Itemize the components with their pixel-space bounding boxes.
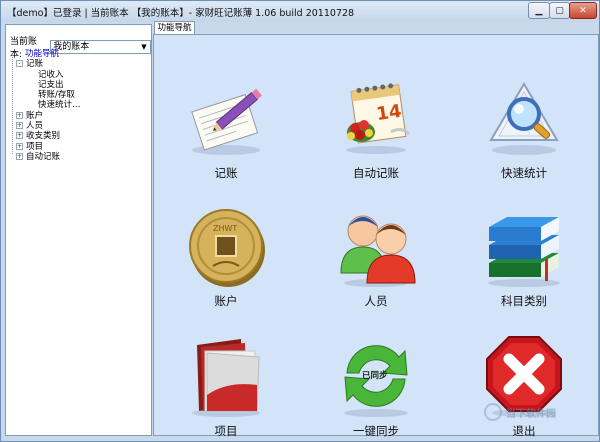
nav-item-label: 快速统计 [501,166,547,180]
notepad-pencil-icon [181,73,271,163]
watermark: 当下软件园 [484,400,594,424]
app-window: 【demo】已登录 | 当前账本 【我的账本】- 家财旺记账薄 1.06 bui… [0,0,600,442]
tree-node-label: 自动记账 [26,151,61,162]
watermark-logo-icon [484,403,502,421]
tree-node-categories[interactable]: + 收支类别 [14,131,149,141]
people-icon [331,201,421,291]
watermark-text: 当下软件园 [506,408,556,420]
close-icon: ✕ [579,5,587,16]
window-title: 【demo】已登录 | 当前账本 【我的账本】- 家财旺记账薄 1.06 bui… [7,8,355,19]
tree-node-quick-stats[interactable]: 快速统计… [14,100,149,110]
coin-icon: ZHWT [181,201,271,291]
nav-item-quick-stats[interactable]: 快速统计 [464,73,584,181]
nav-item-label: 一键同步 [353,424,399,438]
tree-node-label: 功能导航 [25,49,60,59]
tree-node-label: 收支类别 [26,131,61,142]
tree-node-people[interactable]: + 人员 [14,121,149,131]
nav-item-accounts[interactable]: ZHWT 账户 [166,201,286,309]
tree-node-auto-bookkeeping[interactable]: + 自动记账 [14,152,149,162]
maximize-button[interactable]: ▢ [549,2,570,19]
tree-node-label: 快速统计… [38,100,81,111]
expand-icon[interactable]: + [16,142,23,150]
expand-icon[interactable]: + [16,111,23,119]
tree-node-record-expense[interactable]: 记支出 [14,80,149,90]
tree-node-label: 转账/存取 [38,90,75,101]
nav-item-label: 项目 [214,424,238,438]
minimize-icon: ▁ [535,5,543,16]
tree-node-label: 记支出 [38,79,64,90]
tree-node-label: 记账 [26,59,44,70]
nav-item-label: 科目类别 [501,294,547,308]
nav-item-people[interactable]: 人员 [316,201,436,309]
expand-icon[interactable]: + [16,152,23,160]
tree-node-accounts[interactable]: + 账户 [14,111,149,121]
tab-function-nav[interactable]: 功能导航 [154,21,195,35]
nav-item-label: 退出 [512,424,536,438]
tree-node-function-nav[interactable]: 功能导航 [14,49,149,59]
nav-item-label: 记账 [214,166,238,180]
tree-node-bookkeeping[interactable]: - 记账 [14,59,149,69]
maximize-icon: ▢ [555,5,564,16]
tree-node-label: 人员 [26,121,44,132]
tree-connector-line [12,54,13,154]
minimize-button[interactable]: ▁ [528,2,550,19]
nav-item-label: 自动记账 [353,166,399,180]
magnifier-icon [479,73,569,163]
tree-node-label: 项目 [26,141,44,152]
expand-icon[interactable]: + [16,132,23,140]
nav-item-auto-bookkeeping[interactable]: 14 自动记账 [316,73,436,181]
sync-status-text: 已同步 [362,371,388,381]
nav-item-bookkeeping[interactable]: 记账 [166,73,286,181]
nav-item-label: 人员 [364,294,388,308]
nav-item-subject-categories[interactable]: 科目类别 [464,201,584,309]
svg-text:14: 14 [375,101,403,125]
nav-item-label: 账户 [214,294,238,308]
nav-tree: 功能导航 -记账 记收入 记支出 转账/存取 快速统计… +账户 +人员 [14,49,149,162]
nav-item-projects[interactable]: 项目 [166,331,286,439]
books-icon [479,201,569,291]
function-nav-panel: 记账 14 自动记账 快速统计 ZHWT 账户 人员 科目类别 项目 已同步 一… [153,34,599,439]
folder-icon [181,331,271,421]
calendar-flowers-icon: 14 [331,73,421,163]
title-bar: 【demo】已登录 | 当前账本 【我的账本】- 家财旺记账薄 1.06 bui… [1,1,599,22]
nav-item-one-click-sync[interactable]: 已同步 一键同步 [316,331,436,439]
close-button[interactable]: ✕ [569,2,597,19]
sync-arrows-icon: 已同步 [331,331,421,421]
collapse-icon[interactable]: - [16,60,23,68]
tree-node-transfer[interactable]: 转账/存取 [14,90,149,100]
tree-node-label: 账户 [26,110,44,121]
tree-node-label: 记收入 [38,69,64,80]
left-nav-pane: 当前账本: 我的账本 ▼ 功能导航 - 记账 记收入 记支出 转账/存取 快速统… [5,24,152,436]
tree-node-record-income[interactable]: 记收入 [14,70,149,80]
expand-icon[interactable]: + [16,122,23,130]
svg-text:ZHWT: ZHWT [213,224,237,233]
tree-node-projects[interactable]: + 项目 [14,142,149,152]
